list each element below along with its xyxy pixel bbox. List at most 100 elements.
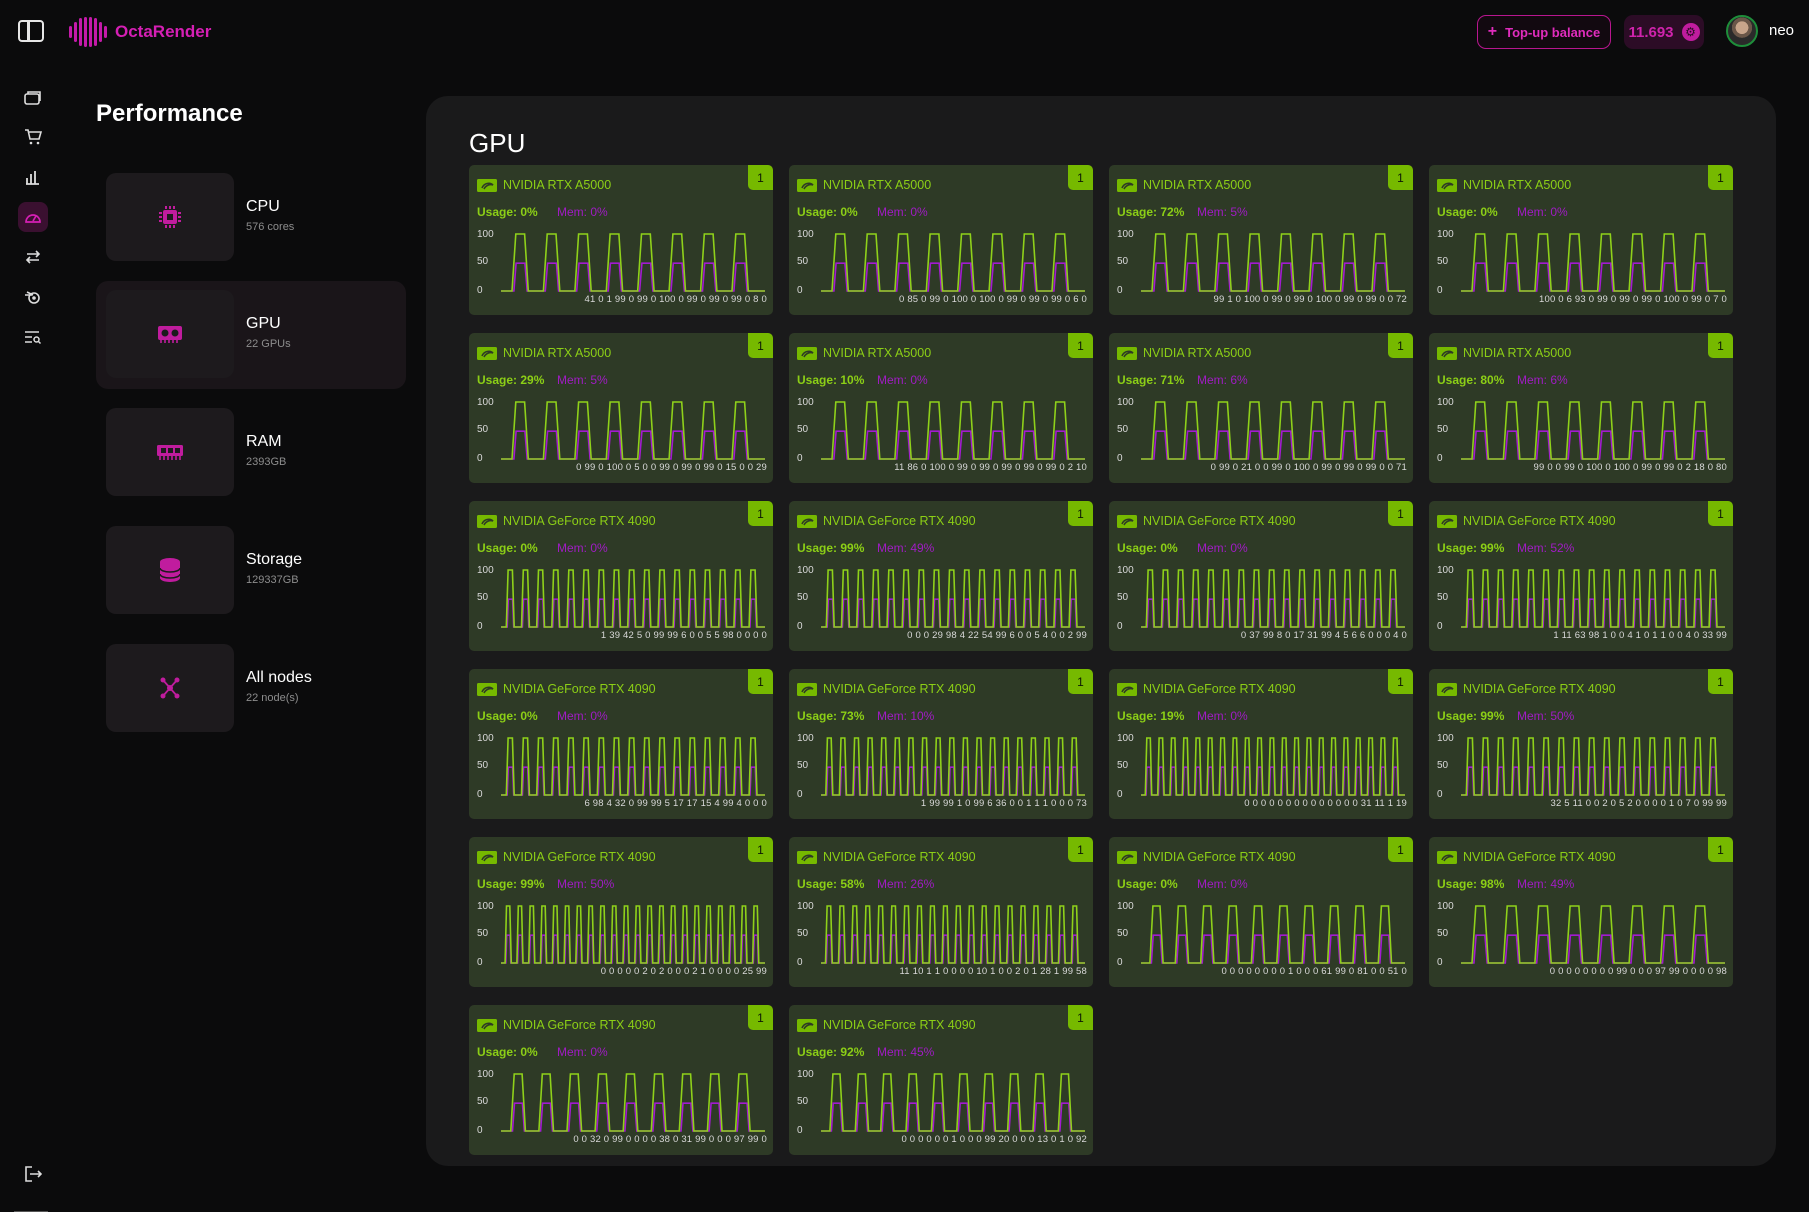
search-list-icon[interactable] xyxy=(18,322,48,352)
blender-icon[interactable] xyxy=(18,282,48,312)
usage-chart xyxy=(1141,233,1405,292)
transfer-arrows-icon[interactable] xyxy=(18,242,48,272)
y-tick-label: 0 xyxy=(1117,621,1123,632)
y-tick-label: 50 xyxy=(1437,592,1449,603)
gpu-count-badge: 1 xyxy=(1708,333,1733,358)
x-axis-labels: 0 0 32 0 99 0 0 0 0 38 0 31 99 0 0 0 97 … xyxy=(573,1134,767,1145)
gpu-count-badge: 1 xyxy=(748,837,773,862)
gpu-name: NVIDIA GeForce RTX 4090 xyxy=(503,682,656,696)
gpu-usage: Usage: 0% xyxy=(1437,205,1498,219)
gpu-mem: Mem: 49% xyxy=(1517,877,1575,891)
nvidia-logo-icon xyxy=(1437,178,1457,192)
gpu-count-badge: 1 xyxy=(1708,501,1733,526)
nvidia-logo-icon xyxy=(1437,346,1457,360)
cart-icon[interactable] xyxy=(18,122,48,152)
y-tick-label: 100 xyxy=(1117,733,1134,744)
gpu-name: NVIDIA GeForce RTX 4090 xyxy=(1463,850,1616,864)
sidebar-toggle-icon[interactable] xyxy=(18,20,44,42)
y-tick-label: 0 xyxy=(1117,789,1123,800)
gpu-name: NVIDIA GeForce RTX 4090 xyxy=(503,850,656,864)
logout-icon[interactable] xyxy=(18,1159,48,1189)
gpu-count-badge: 1 xyxy=(1068,165,1093,190)
gpu-header: NVIDIA RTX A5000 xyxy=(1117,175,1251,195)
category-tile xyxy=(106,290,234,378)
category-gpu[interactable]: GPU 22 GPUs xyxy=(96,281,406,389)
nvidia-logo-icon xyxy=(797,1018,817,1032)
gpu-card[interactable]: NVIDIA RTX A5000 1 Usage: 0% Mem: 0% 100 50 0 4… xyxy=(469,165,773,315)
gpu-count-badge: 1 xyxy=(1068,1005,1093,1030)
gpu-card[interactable]: NVIDIA RTX A5000 1 Usage: 0% Mem: 0% 100 50 0 1… xyxy=(1429,165,1733,315)
gpu-count-badge: 1 xyxy=(1708,669,1733,694)
y-tick-label: 50 xyxy=(1117,928,1129,939)
username[interactable]: neo xyxy=(1769,22,1794,39)
category-storage[interactable]: Storage 129337GB xyxy=(96,517,406,625)
y-tick-label: 0 xyxy=(797,1125,803,1136)
gpu-mem: Mem: 0% xyxy=(557,541,608,555)
category-ram[interactable]: RAM 2393GB xyxy=(96,399,406,507)
gpu-card[interactable]: NVIDIA GeForce RTX 4090 1 Usage: 0% Mem: 0%… xyxy=(469,1005,773,1155)
usage-chart xyxy=(501,233,765,292)
category-tile xyxy=(106,173,234,261)
y-tick-label: 100 xyxy=(797,229,814,240)
gpu-card[interactable]: NVIDIA GeForce RTX 4090 1 Usage: 92% Mem: 4… xyxy=(789,1005,1093,1155)
balance-badge[interactable]: 11.693 ⚙ xyxy=(1624,15,1704,49)
y-tick-label: 50 xyxy=(1437,424,1449,435)
y-tick-label: 0 xyxy=(477,789,483,800)
gpu-card[interactable]: NVIDIA GeForce RTX 4090 1 Usage: 0% Mem: 0%… xyxy=(1109,501,1413,651)
gpu-card[interactable]: NVIDIA GeForce RTX 4090 1 Usage: 19% Mem: 0… xyxy=(1109,669,1413,819)
y-tick-label: 50 xyxy=(1117,256,1129,267)
y-tick-label: 0 xyxy=(477,285,483,296)
usage-series-line xyxy=(1461,401,1725,460)
gpu-card[interactable]: NVIDIA GeForce RTX 4090 1 Usage: 0% Mem: 0%… xyxy=(469,669,773,819)
gpu-card[interactable]: NVIDIA GeForce RTX 4090 1 Usage: 99% Mem: 4… xyxy=(789,501,1093,651)
gpu-name: NVIDIA GeForce RTX 4090 xyxy=(823,1018,976,1032)
category-cpu[interactable]: CPU 576 cores xyxy=(96,164,406,272)
category-sub: 2393GB xyxy=(246,456,287,468)
top-up-balance-button[interactable]: + Top-up balance xyxy=(1477,15,1611,49)
gpu-card[interactable]: NVIDIA GeForce RTX 4090 1 Usage: 99% Mem: 5… xyxy=(469,837,773,987)
gpu-header: NVIDIA GeForce RTX 4090 xyxy=(1437,679,1616,699)
gpu-usage: Usage: 0% xyxy=(1117,877,1178,891)
usage-chart xyxy=(821,401,1085,460)
y-tick-label: 100 xyxy=(1437,733,1454,744)
gpu-card[interactable]: NVIDIA RTX A5000 1 Usage: 0% Mem: 0% 100 50 0 0… xyxy=(789,165,1093,315)
gpu-header: NVIDIA GeForce RTX 4090 xyxy=(797,511,976,531)
bar-chart-icon[interactable] xyxy=(18,162,48,192)
mem-series-line xyxy=(1461,430,1725,460)
gpu-card[interactable]: NVIDIA GeForce RTX 4090 1 Usage: 0% Mem: 0%… xyxy=(1109,837,1413,987)
gpu-card[interactable]: NVIDIA RTX A5000 1 Usage: 80% Mem: 6% 100 50 0… xyxy=(1429,333,1733,483)
gpu-card[interactable]: NVIDIA GeForce RTX 4090 1 Usage: 0% Mem: 0%… xyxy=(469,501,773,651)
folder-stack-icon[interactable] xyxy=(18,82,48,112)
avatar[interactable] xyxy=(1726,15,1758,47)
gpu-card[interactable]: NVIDIA RTX A5000 1 Usage: 29% Mem: 5% 100 50 0… xyxy=(469,333,773,483)
gpu-card[interactable]: NVIDIA GeForce RTX 4090 1 Usage: 99% Mem: 5… xyxy=(1429,669,1733,819)
gpu-card[interactable]: NVIDIA GeForce RTX 4090 1 Usage: 73% Mem: 1… xyxy=(789,669,1093,819)
gpu-usage: Usage: 98% xyxy=(1437,877,1505,891)
speedometer-icon[interactable] xyxy=(18,202,48,232)
category-sub: 22 node(s) xyxy=(246,692,299,704)
gpu-header: NVIDIA RTX A5000 xyxy=(477,175,611,195)
gpu-mem: Mem: 0% xyxy=(1197,709,1248,723)
gpu-card[interactable]: NVIDIA RTX A5000 1 Usage: 10% Mem: 0% 100 50 0… xyxy=(789,333,1093,483)
gpu-card[interactable]: NVIDIA GeForce RTX 4090 1 Usage: 99% Mem: 5… xyxy=(1429,501,1733,651)
gpu-name: NVIDIA GeForce RTX 4090 xyxy=(503,514,656,528)
gpu-card[interactable]: NVIDIA RTX A5000 1 Usage: 72% Mem: 5% 100 50 0… xyxy=(1109,165,1413,315)
gpu-usage: Usage: 80% xyxy=(1437,373,1505,387)
category-all-nodes[interactable]: All nodes 22 node(s) xyxy=(96,635,406,743)
gpu-card[interactable]: NVIDIA GeForce RTX 4090 1 Usage: 58% Mem: 2… xyxy=(789,837,1093,987)
gpu-usage: Usage: 0% xyxy=(477,1045,538,1059)
gpu-name: NVIDIA GeForce RTX 4090 xyxy=(1143,514,1296,528)
usage-series-line xyxy=(1141,233,1405,292)
gpu-mem: Mem: 6% xyxy=(1197,373,1248,387)
gpu-mem: Mem: 10% xyxy=(877,709,935,723)
gpu-header: NVIDIA RTX A5000 xyxy=(797,343,931,363)
gpu-card[interactable]: NVIDIA GeForce RTX 4090 1 Usage: 98% Mem: 4… xyxy=(1429,837,1733,987)
gpu-usage: Usage: 0% xyxy=(1117,541,1178,555)
usage-chart xyxy=(1461,737,1725,796)
brand[interactable]: OctaRender xyxy=(69,15,211,49)
gpu-mem: Mem: 5% xyxy=(557,373,608,387)
category-tile xyxy=(106,526,234,614)
y-tick-label: 0 xyxy=(797,621,803,632)
gpu-card[interactable]: NVIDIA RTX A5000 1 Usage: 71% Mem: 6% 100 50 0… xyxy=(1109,333,1413,483)
nvidia-logo-icon xyxy=(1117,178,1137,192)
